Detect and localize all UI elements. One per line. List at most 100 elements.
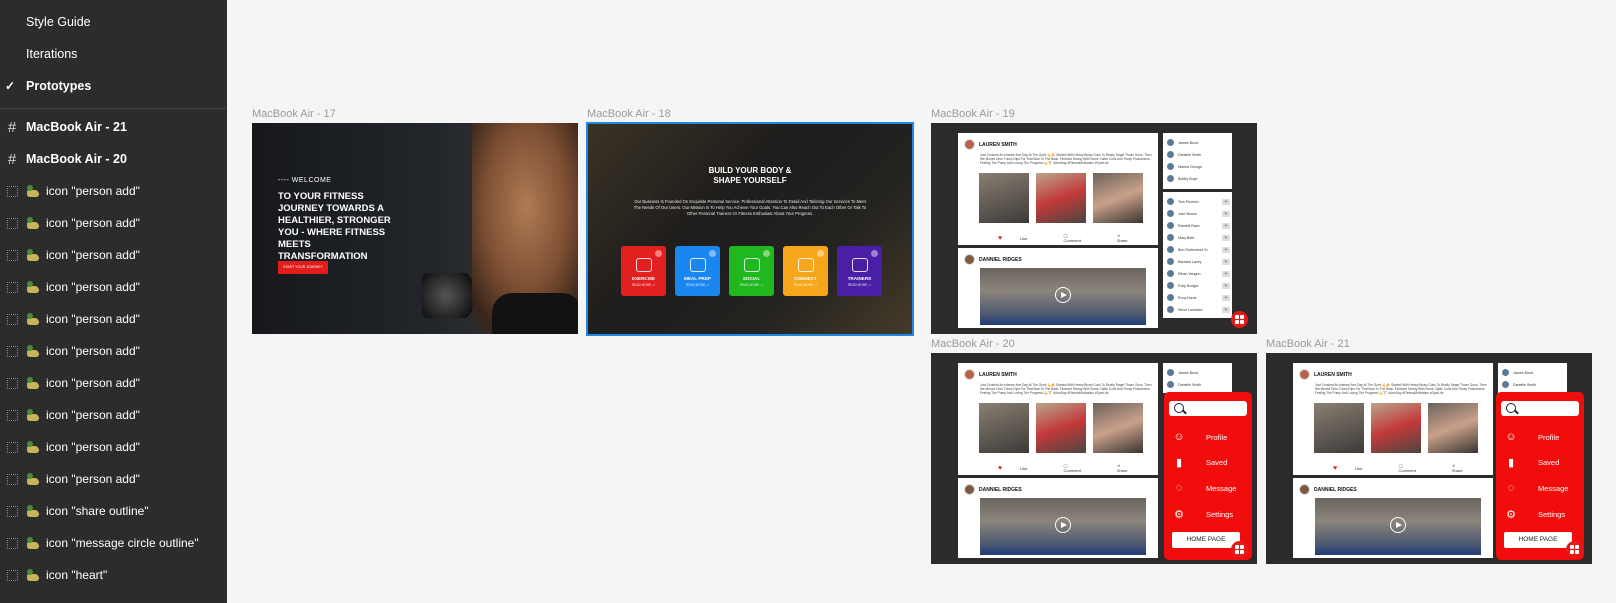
comment-button[interactable]: ◯ Comment bbox=[1064, 463, 1099, 473]
card-connect[interactable]: CONNECT READ MORE -> bbox=[783, 246, 828, 296]
read-more-link[interactable]: READ MORE -> bbox=[837, 283, 882, 287]
layer-frame[interactable]: # MacBook Air - 21 bbox=[0, 111, 227, 143]
friend-item[interactable]: Bobby Boyd bbox=[1167, 175, 1197, 182]
frame-macbook-air-18[interactable]: BUILD YOUR BODY & SHAPE YOURSELF Our Busi… bbox=[586, 122, 914, 336]
layer-component[interactable]: icon "person add" bbox=[0, 207, 227, 239]
person-add-icon[interactable]: + bbox=[1222, 246, 1230, 253]
menu-item-settings[interactable]: ⚙ Settings bbox=[1504, 508, 1565, 521]
menu-item-message[interactable]: ◌ Message bbox=[1172, 482, 1237, 494]
read-more-link[interactable]: READ MORE -> bbox=[783, 283, 828, 287]
frame-label[interactable]: MacBook Air - 21 bbox=[1266, 338, 1350, 350]
layer-component[interactable]: icon "message circle outline" bbox=[0, 527, 227, 559]
person-add-icon[interactable]: + bbox=[1222, 306, 1230, 313]
avatar[interactable] bbox=[964, 484, 975, 495]
page-prototypes[interactable]: ✓ Prototypes bbox=[0, 70, 227, 102]
post-photo[interactable] bbox=[1036, 403, 1086, 453]
post-photo[interactable] bbox=[1093, 403, 1143, 453]
design-canvas[interactable]: MacBook Air - 17 ---- WELCOME TO YOUR FI… bbox=[227, 0, 1616, 603]
card-social[interactable]: SOCIAL READ MORE -> bbox=[729, 246, 774, 296]
menu-fab-button[interactable] bbox=[1231, 311, 1248, 328]
person-add-icon[interactable]: + bbox=[1222, 258, 1230, 265]
menu-item-saved[interactable]: ▮ Saved bbox=[1172, 456, 1227, 469]
layer-frame[interactable]: # MacBook Air - 20 bbox=[0, 143, 227, 175]
layer-component[interactable]: icon "person add" bbox=[0, 175, 227, 207]
frame-label[interactable]: MacBook Air - 18 bbox=[587, 108, 671, 120]
post-author[interactable]: LAUREN SMITH bbox=[979, 142, 1017, 148]
frame-label[interactable]: MacBook Air - 20 bbox=[931, 338, 1015, 350]
start-journey-button[interactable]: START YOUR JOURNEY bbox=[278, 261, 328, 274]
page-style-guide[interactable]: Style Guide bbox=[0, 6, 227, 38]
frame-macbook-air-20[interactable]: LAUREN SMITH Just Crushed An Intense Arm… bbox=[931, 353, 1257, 564]
home-page-button[interactable]: HOME PAGE bbox=[1172, 532, 1240, 548]
comment-button[interactable]: ◯ Comment bbox=[1064, 233, 1099, 243]
friend-item[interactable]: James Bond bbox=[1167, 369, 1198, 376]
frame-macbook-air-21[interactable]: LAUREN SMITH Just Crushed An Intense Arm… bbox=[1266, 353, 1592, 564]
person-add-icon[interactable]: + bbox=[1222, 210, 1230, 217]
menu-item-settings[interactable]: ⚙ Settings bbox=[1172, 508, 1233, 521]
post-author[interactable]: LAUREN SMITH bbox=[979, 372, 1017, 378]
post-photo[interactable] bbox=[1314, 403, 1364, 453]
post-author[interactable]: DANNIEL RIDGES bbox=[979, 487, 1022, 493]
share-button[interactable]: ⋖ Share bbox=[1452, 463, 1481, 473]
person-add-icon[interactable]: + bbox=[1222, 222, 1230, 229]
card-meal-prep[interactable]: MEAL PREP READ MORE -> bbox=[675, 246, 720, 296]
post-video[interactable] bbox=[1315, 498, 1481, 555]
read-more-link[interactable]: READ MORE -> bbox=[729, 283, 774, 287]
frame-macbook-air-19[interactable]: LAUREN SMITH Just Crushed An Intense Arm… bbox=[931, 123, 1257, 334]
post-photo[interactable] bbox=[1093, 173, 1143, 223]
person-add-icon[interactable]: + bbox=[1222, 270, 1230, 277]
menu-item-saved[interactable]: ▮ Saved bbox=[1504, 456, 1559, 469]
post-photo[interactable] bbox=[979, 173, 1029, 223]
avatar[interactable] bbox=[964, 369, 975, 380]
share-button[interactable]: ⋖ Share bbox=[1117, 233, 1146, 243]
read-more-link[interactable]: READ MORE -> bbox=[621, 283, 666, 287]
layer-component[interactable]: icon "person add" bbox=[0, 271, 227, 303]
person-add-icon[interactable]: + bbox=[1222, 234, 1230, 241]
layer-component[interactable]: icon "person add" bbox=[0, 463, 227, 495]
avatar[interactable] bbox=[1299, 484, 1310, 495]
menu-fab-button[interactable] bbox=[1231, 541, 1248, 558]
avatar[interactable] bbox=[964, 139, 975, 150]
like-button[interactable]: ♥ Like bbox=[998, 465, 1046, 472]
menu-item-profile[interactable]: ☺ Profile bbox=[1504, 431, 1559, 443]
layer-component[interactable]: icon "person add" bbox=[0, 431, 227, 463]
menu-item-message[interactable]: ◌ Message bbox=[1504, 482, 1569, 494]
read-more-link[interactable]: READ MORE -> bbox=[675, 283, 720, 287]
post-author[interactable]: DANNIEL RIDGES bbox=[1314, 487, 1357, 493]
menu-item-profile[interactable]: ☺ Profile bbox=[1172, 431, 1227, 443]
friend-item[interactable]: Marina George bbox=[1167, 163, 1202, 170]
play-icon[interactable] bbox=[1055, 287, 1071, 303]
frame-label[interactable]: MacBook Air - 19 bbox=[931, 108, 1015, 120]
layer-component[interactable]: icon "person add" bbox=[0, 303, 227, 335]
card-trainers[interactable]: TRAINERS READ MORE -> bbox=[837, 246, 882, 296]
person-add-icon[interactable]: + bbox=[1222, 294, 1230, 301]
layer-component[interactable]: icon "share outline" bbox=[0, 495, 227, 527]
menu-fab-button[interactable] bbox=[1566, 541, 1583, 558]
search-input[interactable] bbox=[1501, 401, 1579, 416]
post-author[interactable]: DANNIEL RIDGES bbox=[979, 257, 1022, 263]
layer-component[interactable]: icon "person add" bbox=[0, 239, 227, 271]
layer-component[interactable]: icon "person add" bbox=[0, 367, 227, 399]
layer-component[interactable]: icon "person add" bbox=[0, 399, 227, 431]
page-iterations[interactable]: Iterations bbox=[0, 38, 227, 70]
friend-item[interactable]: Danielle Smith bbox=[1167, 381, 1201, 388]
post-photo[interactable] bbox=[1371, 403, 1421, 453]
post-video[interactable] bbox=[980, 268, 1146, 325]
frame-macbook-air-17[interactable]: ---- WELCOME TO YOUR FITNESS JOURNEY TOW… bbox=[252, 123, 578, 334]
search-input[interactable] bbox=[1169, 401, 1247, 416]
friend-item[interactable]: Danielle Smith bbox=[1167, 151, 1201, 158]
like-button[interactable]: ♥ Like bbox=[998, 235, 1046, 242]
post-photo[interactable] bbox=[1428, 403, 1478, 453]
like-button[interactable]: ♥ Like bbox=[1333, 465, 1381, 472]
friend-item[interactable]: James Bond bbox=[1502, 369, 1533, 376]
play-icon[interactable] bbox=[1390, 517, 1406, 533]
post-photo[interactable] bbox=[979, 403, 1029, 453]
comment-button[interactable]: ◯ Comment bbox=[1399, 463, 1434, 473]
share-button[interactable]: ⋖ Share bbox=[1117, 463, 1146, 473]
layer-component[interactable]: icon "heart" bbox=[0, 559, 227, 591]
layer-component[interactable]: icon "person add" bbox=[0, 335, 227, 367]
person-add-icon[interactable]: + bbox=[1222, 198, 1230, 205]
post-video[interactable] bbox=[980, 498, 1146, 555]
avatar[interactable] bbox=[964, 254, 975, 265]
home-page-button[interactable]: HOME PAGE bbox=[1504, 532, 1572, 548]
